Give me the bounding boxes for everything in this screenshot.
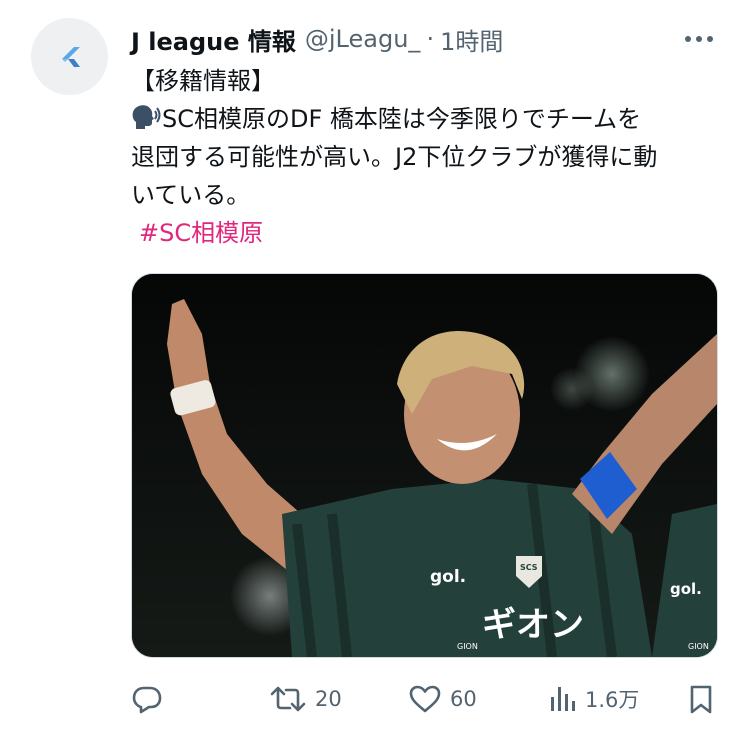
timestamp[interactable]: 1時間 [440, 22, 503, 57]
retweet-count: 20 [315, 687, 342, 711]
avatar[interactable] [31, 18, 108, 95]
more-button[interactable] [682, 22, 716, 56]
hashtag-link[interactable]: #SC相模原 [131, 219, 263, 247]
retweet-icon [270, 686, 306, 712]
bookmark-button[interactable] [687, 678, 715, 720]
reply-button[interactable] [131, 678, 171, 720]
reply-icon [132, 686, 162, 714]
views-bars-icon [551, 687, 575, 711]
retweet-button[interactable]: 20 [269, 678, 342, 720]
jersey-sponsor-text: ギオン [482, 605, 584, 645]
views-button[interactable]: 1.6万 [547, 678, 639, 720]
tweet-line-2: SC相模原のDF 橋本陸は今季限りでチームを [131, 100, 721, 138]
more-dots-icon [685, 36, 713, 42]
tweet-line-3: 退団する可能性が高い。J2下位クラブが獲得に動 [131, 143, 658, 171]
jersey-sponsor-small-text: GION [457, 642, 478, 651]
teammate-brand-text: gol. [670, 580, 702, 598]
feather-logo-icon [61, 46, 80, 67]
author-name[interactable]: J league 情報 [131, 22, 296, 57]
separator-dot: · [426, 25, 435, 53]
teammate-sponsor-small-text: GION [688, 642, 709, 651]
tweet-text: 【移籍情報】 SC相模原のDF 橋本陸は今季限りでチームを 退団する可能性が高い… [131, 62, 721, 252]
like-button[interactable]: 60 [408, 678, 477, 720]
tweet-header: J league 情報 @jLeagu_ · 1時間 [131, 22, 721, 56]
tweet-actions: 20 60 1.6万 [131, 678, 721, 720]
tweet-line-4: いている。 [131, 181, 251, 209]
jersey-brand-text: gol. [430, 567, 466, 587]
like-count: 60 [450, 687, 477, 711]
tweet-line-1: 【移籍情報】 [131, 67, 275, 95]
speaking-head-emoji [132, 105, 161, 129]
heart-icon [409, 685, 441, 713]
views-count: 1.6万 [585, 688, 640, 712]
tweet-line-2-text: SC相模原のDF 橋本陸は今季限りでチームを [162, 105, 642, 133]
crest-text: SCS [520, 563, 538, 572]
tweet-photo[interactable]: SCS gol. gol. ギオン GION GION [131, 273, 718, 658]
bookmark-icon [690, 685, 712, 714]
author-handle[interactable]: @jLeagu_ [305, 25, 421, 53]
